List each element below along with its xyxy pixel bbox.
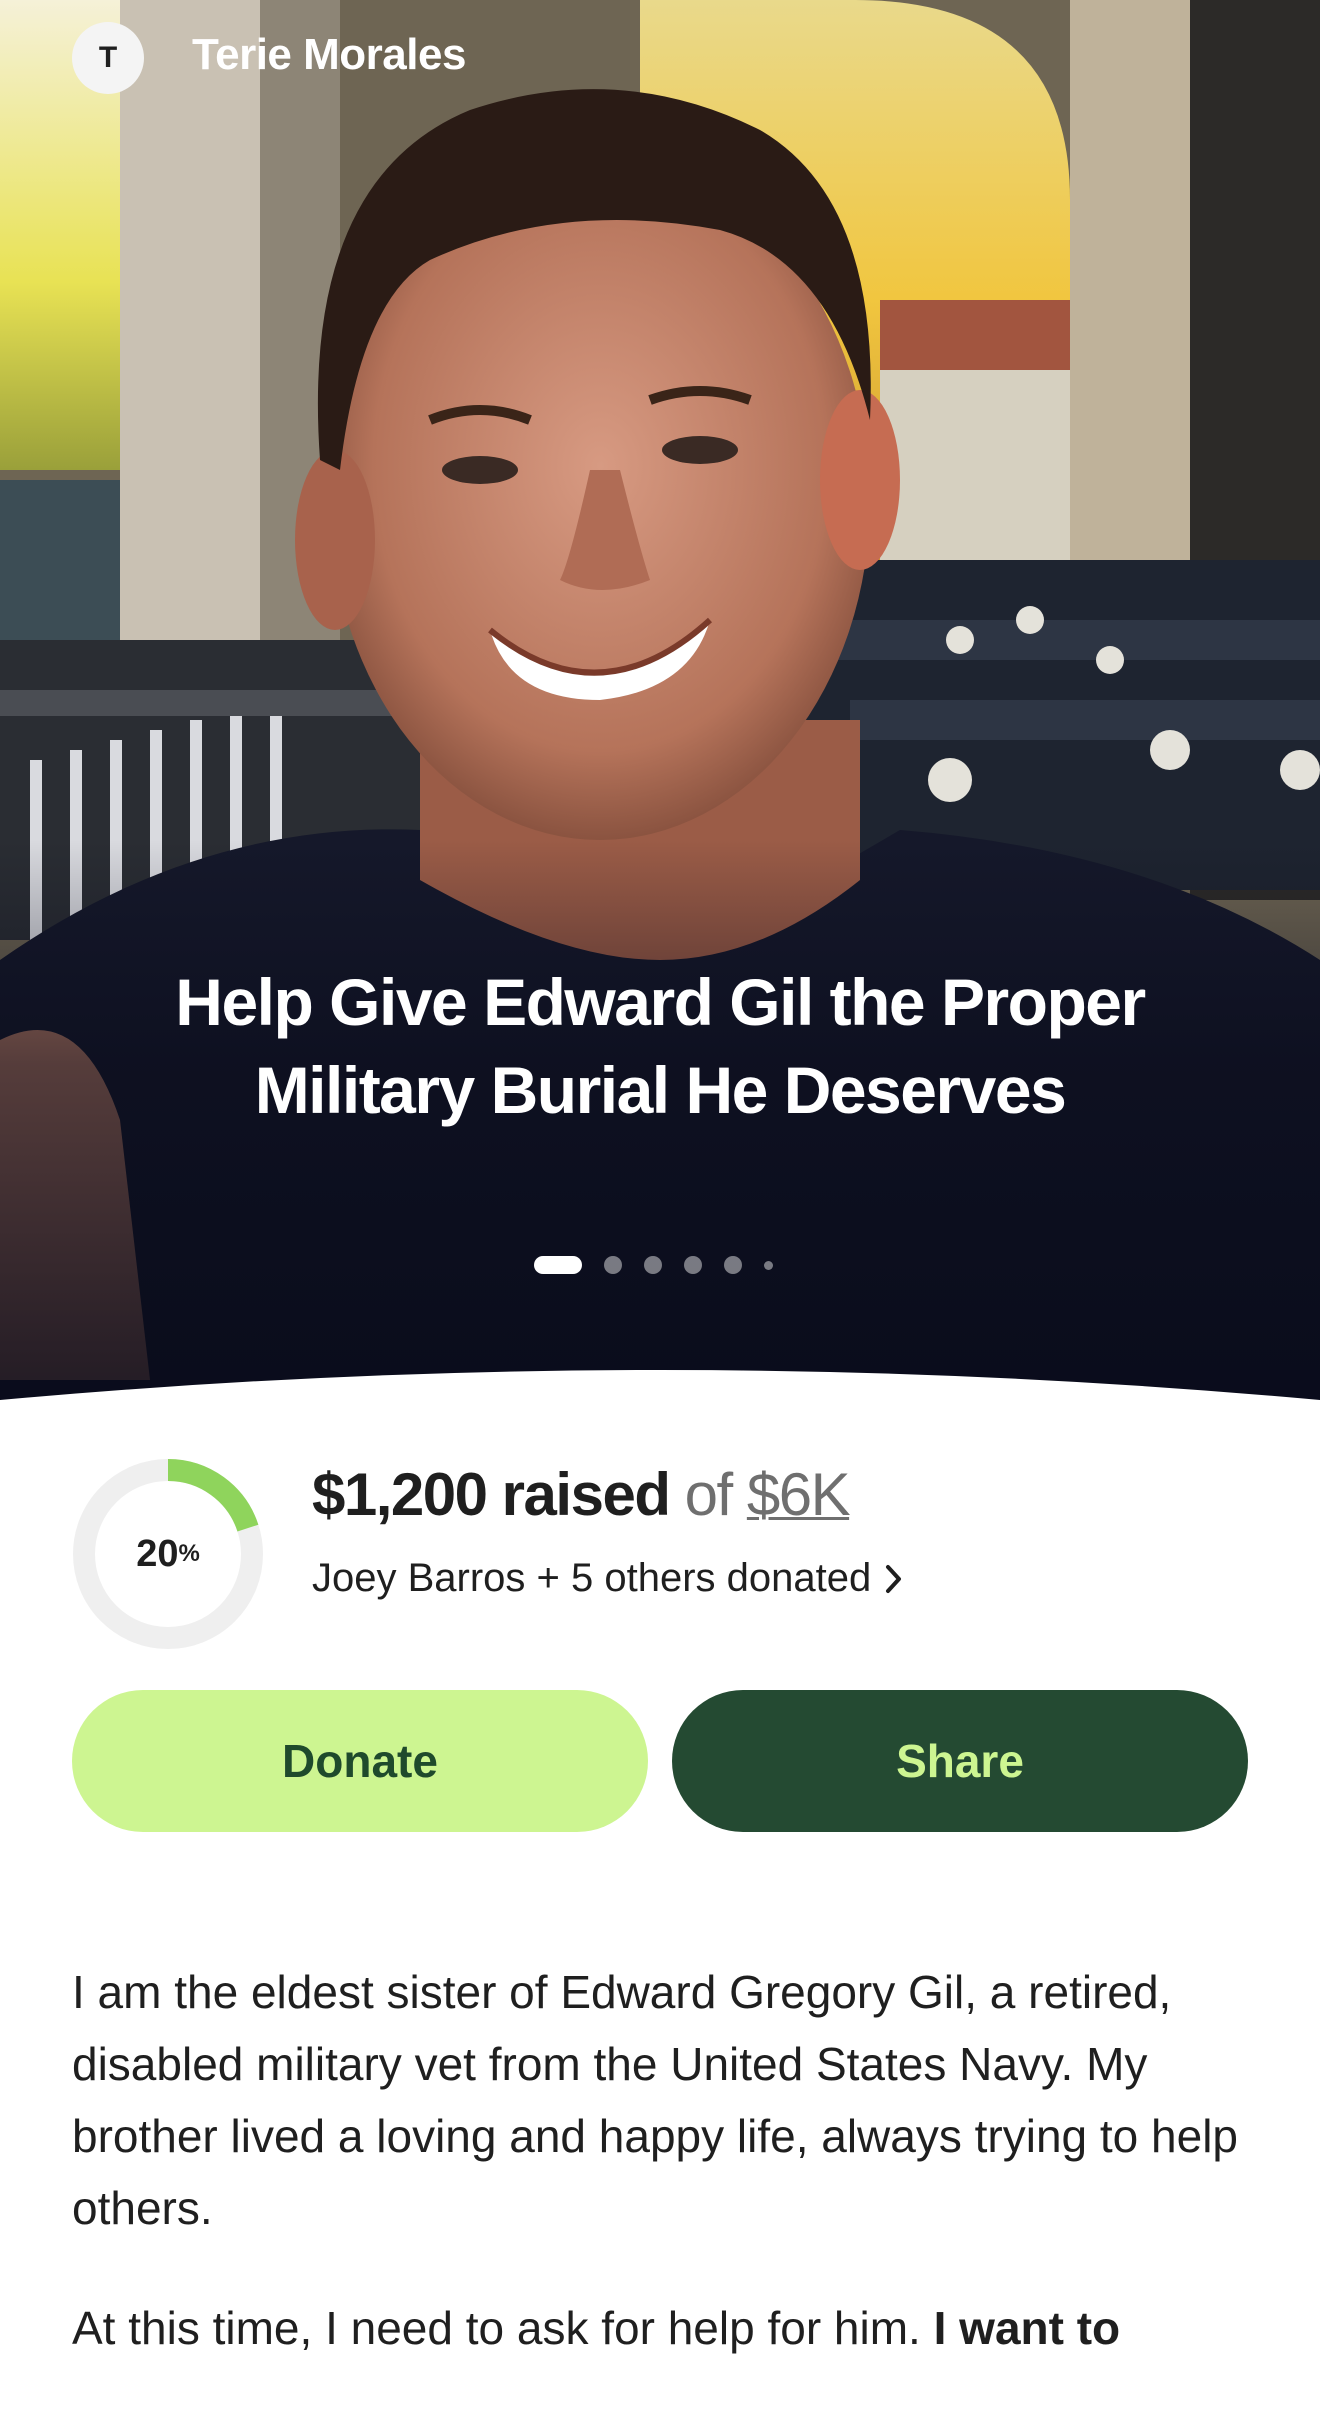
pager-dot[interactable] [724, 1256, 742, 1274]
hero-image-carousel[interactable]: T Terie Morales Help Give Edward Gil the… [0, 0, 1320, 1400]
pager-dot[interactable] [644, 1256, 662, 1274]
raised-amount: $1,200 raised [312, 1461, 671, 1528]
pager-dot-active[interactable] [534, 1256, 582, 1274]
raised-of: of [684, 1461, 734, 1528]
organizer-avatar[interactable]: T [72, 22, 144, 94]
share-button-label: Share [896, 1735, 1024, 1787]
donate-button[interactable]: Donate [72, 1690, 648, 1832]
donate-button-label: Donate [282, 1735, 438, 1787]
donors-text: Joey Barros + 5 others donated [312, 1556, 872, 1600]
pager-dot[interactable] [684, 1256, 702, 1274]
story-paragraph-2-text: At this time, I need to ask for help for… [72, 2302, 921, 2354]
progress-percent: 20% [72, 1458, 264, 1650]
progress-percent-value: 20 [136, 1532, 179, 1575]
story-paragraph-1: I am the eldest sister of Edward Gregory… [72, 1966, 1239, 2234]
chevron-right-icon [886, 1564, 902, 1593]
story-paragraph-2-bold: I want to [933, 2302, 1121, 2354]
hero-curve-divider [0, 1370, 1320, 1400]
story-paragraph-2: At this time, I need to ask for help for… [72, 2292, 1262, 2364]
avatar-initial: T [98, 41, 118, 74]
organizer-name[interactable]: Terie Morales [192, 30, 466, 80]
pager-dot[interactable] [604, 1256, 622, 1274]
donors-link[interactable]: Joey Barros + 5 others donated [312, 1556, 903, 1601]
progress-percent-sign: % [178, 1540, 200, 1567]
share-button[interactable]: Share [672, 1690, 1248, 1832]
goal-amount[interactable]: $6K [747, 1461, 851, 1528]
pager-dot[interactable] [764, 1260, 773, 1270]
raised-summary: $1,200 raised of $6K [312, 1460, 851, 1529]
campaign-title: Help Give Edward Gil the Proper Military… [175, 965, 1146, 1127]
carousel-pager[interactable] [534, 1254, 773, 1276]
campaign-story: I am the eldest sister of Edward Gregory… [72, 1956, 1262, 2412]
